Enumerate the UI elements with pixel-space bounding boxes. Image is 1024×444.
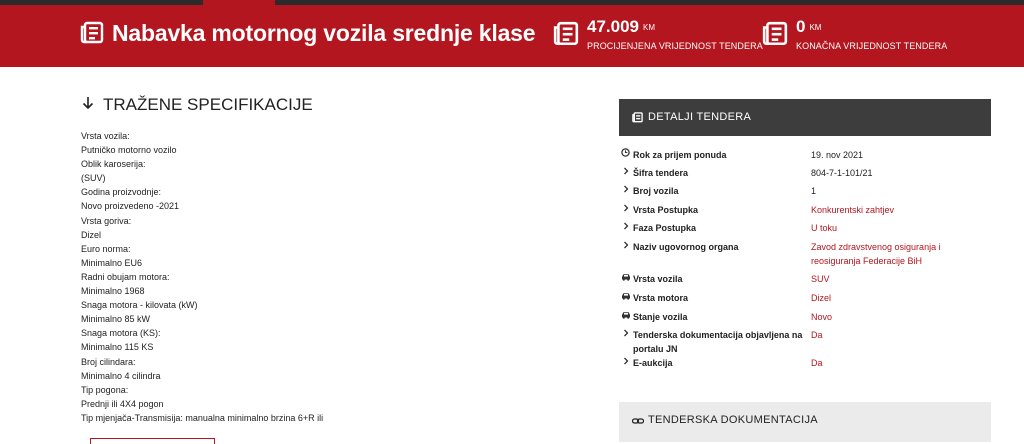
- stat-number: 0: [796, 17, 806, 36]
- detail-label: Rok za prijem ponuda: [633, 150, 727, 160]
- spec-line: Tip mjenjača-Transmisija: manualna minim…: [81, 412, 324, 423]
- specifications-heading: TRAŽENE SPECIFIKACIJE: [81, 95, 313, 115]
- spec-line: Godina proizvodnje:: [81, 187, 162, 198]
- detail-value: Novo: [811, 312, 833, 322]
- detail-value: Konkurentski zahtjev: [811, 205, 895, 215]
- detail-label: Broj vozila: [633, 186, 679, 196]
- chevron-right-icon: [621, 356, 630, 368]
- link-icon: [632, 418, 644, 424]
- stat-value: 0 KM: [796, 17, 821, 37]
- detail-value: 19. nov 2021: [811, 150, 864, 160]
- spec-line: Putničko motorno vozilo: [81, 145, 177, 156]
- stat-value: 47.009 KM: [587, 17, 655, 37]
- spec-line: Vrsta goriva:: [81, 215, 132, 226]
- clock-icon: [621, 148, 630, 160]
- newspaper-icon: [632, 112, 643, 123]
- car-icon: [621, 310, 630, 322]
- detail-label: Tenderska dokumentacija objavljena na po…: [633, 330, 803, 354]
- spec-line: Minimalno 115 KS: [81, 342, 154, 353]
- spec-line: Snaga motora - kilovata (kW): [81, 300, 198, 311]
- stat-unit: KM: [643, 23, 655, 32]
- tender-details-title: DETALJI TENDERA: [648, 111, 752, 123]
- spec-line: Novo proizvedeno -2021: [81, 201, 180, 212]
- chevron-right-icon: [621, 221, 630, 233]
- detail-label: Vrsta Postupka: [633, 205, 699, 215]
- chevron-right-icon: [621, 166, 630, 178]
- spec-line: Prednji ili 4X4 pogon: [81, 398, 164, 409]
- detail-label: Vrsta vozila: [633, 274, 683, 284]
- newspaper-icon: [553, 21, 579, 46]
- spec-line: Radni obujam motora:: [81, 271, 170, 282]
- spec-line: (SUV): [81, 173, 106, 184]
- detail-label: Stanje vozila: [633, 312, 688, 322]
- newspaper-icon: [80, 21, 104, 44]
- spec-line: Minimalno 4 cilindra: [81, 370, 161, 381]
- tender-header: Nabavka motornog vozila srednje klase 47…: [0, 5, 1024, 67]
- newspaper-icon: [762, 21, 788, 46]
- tender-details-header: DETALJI TENDERA: [619, 99, 991, 136]
- car-icon: [621, 291, 630, 303]
- detail-value: Da: [811, 330, 823, 340]
- spec-line: Oblik karoserija:: [81, 159, 146, 170]
- tender-documentation-header[interactable]: TENDERSKA DOKUMENTACIJA: [619, 402, 991, 442]
- chevron-right-icon: [621, 203, 630, 215]
- tender-documentation-title: TENDERSKA DOKUMENTACIJA: [648, 414, 818, 426]
- chevron-right-icon: [621, 328, 630, 340]
- detail-label: Faza Postupka: [633, 223, 697, 233]
- detail-value: Zavod zdravstvenog osiguranja i reosigur…: [811, 242, 941, 266]
- arrow-down-icon: [82, 97, 94, 110]
- chevron-right-icon: [621, 184, 630, 196]
- detail-value: 804-7-1-101/21: [811, 168, 873, 178]
- spec-line: Euro norma:: [81, 243, 131, 254]
- spec-line: Vrsta vozila:: [81, 131, 130, 141]
- spec-line: Tip pogona:: [81, 384, 129, 395]
- spec-line: Minimalno EU6: [81, 257, 143, 268]
- stat-label: PROCIJENJENA VRIJEDNOST TENDERA: [587, 41, 763, 51]
- car-icon: [621, 272, 630, 284]
- detail-value: Da: [811, 358, 823, 368]
- stat-unit: KM: [809, 23, 822, 32]
- detail-label: Vrsta motora: [633, 293, 689, 303]
- spec-line: Dizel: [81, 229, 102, 240]
- detail-value: 1: [811, 186, 817, 196]
- stat-number: 47.009: [587, 17, 639, 36]
- detail-label: E-aukcija: [633, 358, 673, 368]
- spec-line: Snaga motora (KS):: [81, 328, 161, 339]
- detail-label: Naziv ugovornog organa: [633, 242, 739, 252]
- spec-line: Minimalno 85 kW: [81, 314, 151, 325]
- spec-line: Broj cilindara:: [81, 356, 136, 367]
- stat-label: KONAČNA VRIJEDNOST TENDERA: [796, 41, 948, 51]
- page-title: Nabavka motornog vozila srednje klase: [112, 20, 536, 46]
- detail-value: SUV: [811, 274, 830, 284]
- download-button[interactable]: [90, 438, 215, 444]
- chevron-right-icon: [621, 240, 630, 252]
- specifications-list: Vrsta vozila: Putničko motorno vozilo Obli…: [81, 129, 521, 425]
- detail-label: Šifra tendera: [633, 168, 689, 178]
- specifications-heading-text: TRAŽENE SPECIFIKACIJE: [103, 95, 313, 114]
- detail-value: U toku: [811, 223, 838, 233]
- detail-value: Dizel: [811, 293, 832, 303]
- spec-line: Minimalno 1968: [81, 286, 145, 297]
